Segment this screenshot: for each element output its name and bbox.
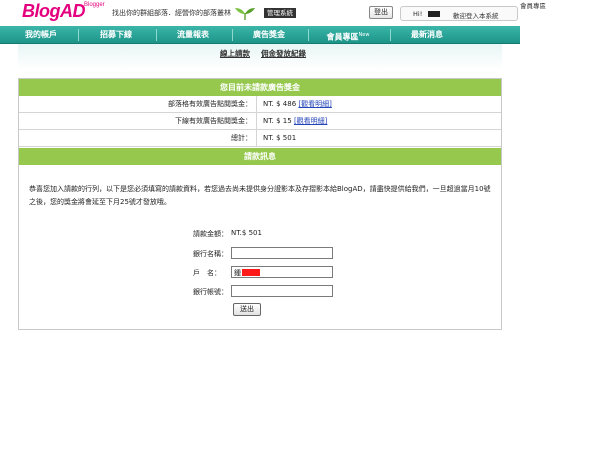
view-detail-link[interactable]: [觀看明細] <box>294 117 327 125</box>
greeting: Hi! <box>413 10 423 18</box>
nav-divider <box>78 29 79 41</box>
bank-name-label: 銀行名稱： <box>193 250 228 258</box>
nav-divider <box>308 29 309 41</box>
view-detail-link[interactable]: [觀看明細] <box>298 100 331 108</box>
row-value: NT. $ 15 [觀看明細] <box>263 113 327 129</box>
nav-divider <box>232 29 233 41</box>
nav-latest-news[interactable]: 最新消息 <box>392 26 462 44</box>
nav-member-area-label: 會員專區 <box>326 32 359 42</box>
table-row: 總計： NT. $ 501 <box>19 130 501 147</box>
request-header: 請款訊息 <box>19 148 501 165</box>
table-row: 下線有效廣告點閱獎金： NT. $ 15 [觀看明細] <box>19 113 501 130</box>
blogad-logo[interactable]: BlogAD <box>22 1 86 22</box>
request-notice: 恭喜您加入請款的行列，以下是您必須填寫的請款資料，若您過去尚未提供身分證影本及存… <box>29 185 491 206</box>
tab-online-request[interactable]: 線上請款 <box>220 48 250 59</box>
content-panel: 您目前未請款廣告獎金 部落格有效廣告點閱獎金： NT. $ 486 [觀看明細]… <box>18 78 502 330</box>
welcome-text: 歡迎登入本系統 <box>453 12 499 20</box>
nav-member-area[interactable]: 會員專區New <box>310 26 386 44</box>
account-number-input[interactable] <box>231 285 333 297</box>
summary-header: 您目前未請款廣告獎金 <box>19 79 501 96</box>
blog-bonus-value: NT. $ 486 <box>263 100 297 108</box>
bank-name-input[interactable] <box>231 247 333 259</box>
row-label: 部落格有效廣告點閱獎金： <box>19 96 257 112</box>
new-badge: New <box>358 32 370 38</box>
row-label: 下線有效廣告點閱獎金： <box>19 113 257 129</box>
logo-blogger-tag: Blogger <box>84 2 105 8</box>
nav-divider <box>390 29 391 41</box>
logout-button[interactable]: 登出 <box>369 6 393 19</box>
redacted-name <box>242 269 260 276</box>
nav-ad-bonus[interactable]: 廣告獎金 <box>234 26 304 44</box>
nav-my-account[interactable]: 我的帳戶 <box>8 26 74 44</box>
account-name-prefix: 鍾 <box>234 269 241 277</box>
redacted-username <box>428 11 440 17</box>
submit-button[interactable]: 送出 <box>233 303 261 316</box>
account-name-input[interactable]: 鍾 <box>231 266 333 278</box>
site-header: BlogAD Blogger 找出你的群組部落．經營你的部落叢林 管理系統 登出… <box>0 0 600 26</box>
user-info-box: Hi! 歡迎登入本系統 <box>400 6 518 21</box>
downline-bonus-value: NT. $ 15 <box>263 117 292 125</box>
member-area-link[interactable]: 會員專區 <box>520 0 546 10</box>
row-value: NT. $ 501 <box>263 130 296 146</box>
amount-value: NT.$ 501 <box>231 229 262 237</box>
sprout-icon <box>235 8 255 20</box>
row-label: 總計： <box>19 130 257 146</box>
nav-recruit[interactable]: 招募下線 <box>80 26 152 44</box>
total-value: NT. $ 501 <box>263 134 297 142</box>
site-slogan: 找出你的群組部落．經營你的部落叢林 <box>112 9 231 17</box>
tab-commission-history[interactable]: 佣金發放紀錄 <box>261 48 306 59</box>
amount-label: 請款金額： <box>193 230 228 238</box>
account-name-label: 戶 名： <box>193 269 221 277</box>
main-nav: 我的帳戶 招募下線 流量報表 廣告獎金 會員專區New 最新消息 <box>0 26 520 44</box>
management-system-badge[interactable]: 管理系統 <box>264 8 296 18</box>
account-number-label: 銀行帳號： <box>193 288 228 296</box>
row-value: NT. $ 486 [觀看明細] <box>263 96 332 112</box>
nav-traffic-report[interactable]: 流量報表 <box>158 26 228 44</box>
table-row: 部落格有效廣告點閱獎金： NT. $ 486 [觀看明細] <box>19 96 501 113</box>
nav-shadow <box>18 44 502 70</box>
nav-divider <box>156 29 157 41</box>
